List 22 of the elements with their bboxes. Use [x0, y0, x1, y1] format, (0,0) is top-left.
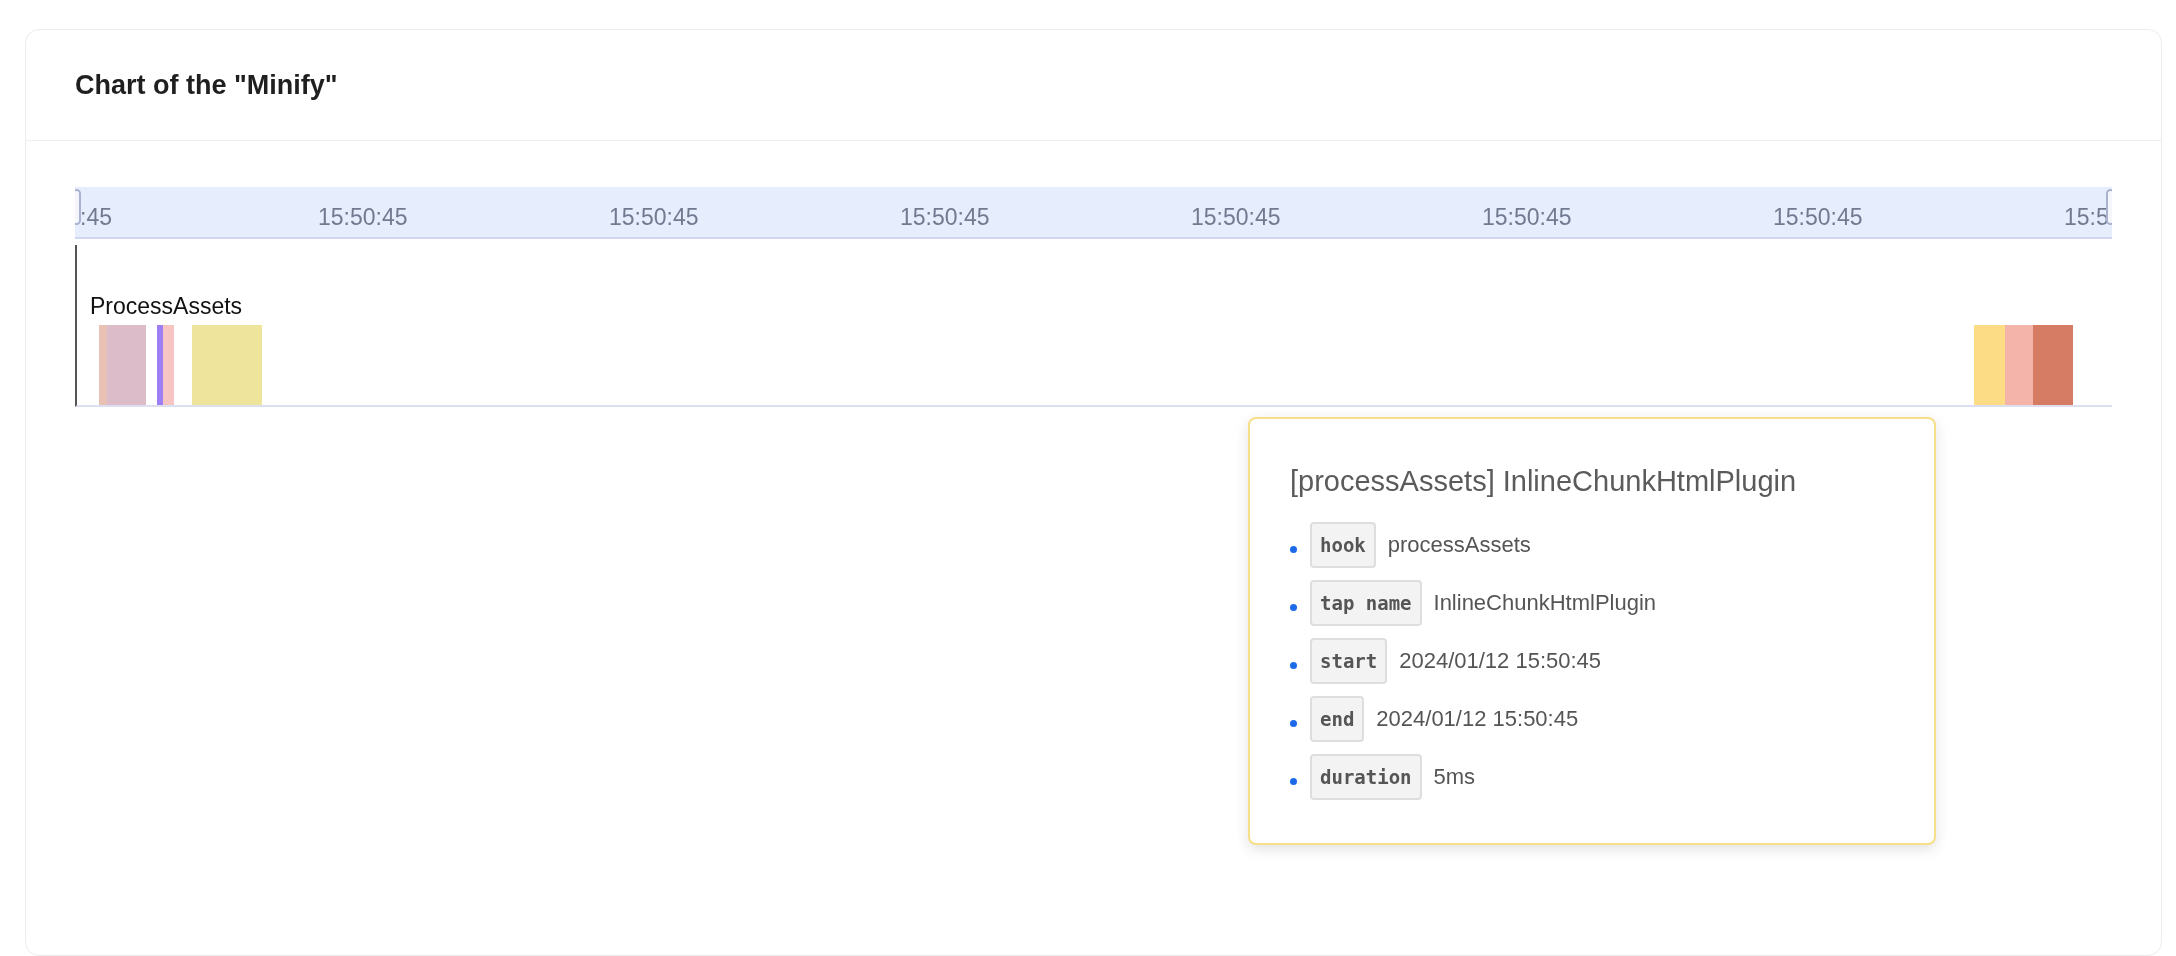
field-key: duration — [1310, 754, 1422, 800]
field-value: processAssets — [1387, 532, 1531, 558]
field-key: end — [1310, 696, 1365, 742]
field-key: tap name — [1310, 580, 1422, 626]
axis-tick-label: 15:50:45 — [318, 204, 408, 231]
field-value: 2024/01/12 15:50:45 — [1399, 648, 1602, 674]
field-value: 5ms — [1433, 764, 1476, 790]
field-value: InlineChunkHtmlPlugin — [1433, 590, 1657, 616]
tooltip-title: [processAssets] InlineChunkHtmlPlugin — [1290, 465, 1798, 498]
axis-tick-label: 15:5 — [2064, 204, 2109, 231]
field-key: start — [1310, 638, 1388, 684]
field-value: 2024/01/12 15:50:45 — [1376, 706, 1579, 732]
axis-tick-label: 15:50:45 — [1482, 204, 1572, 231]
card-title: Chart of the "Minify" — [75, 69, 338, 101]
axis-tick-label: 15:50:45 — [609, 204, 699, 231]
row-label: ProcessAssets — [90, 293, 243, 320]
axis-tick-label: 15:50:45 — [1773, 204, 1863, 231]
axis-tick-label: 15:50:45 — [900, 204, 990, 231]
axis-tick-label: 15:50:45 — [1191, 204, 1281, 231]
axis-tick-label: :45 — [80, 204, 112, 231]
time-axis-brush[interactable]: :45 15:50:45 15:50:45 15:50:45 15:50:45 15:50:45 15:50:45 15:5 — [75, 187, 2112, 239]
field-key: hook — [1310, 522, 1376, 568]
